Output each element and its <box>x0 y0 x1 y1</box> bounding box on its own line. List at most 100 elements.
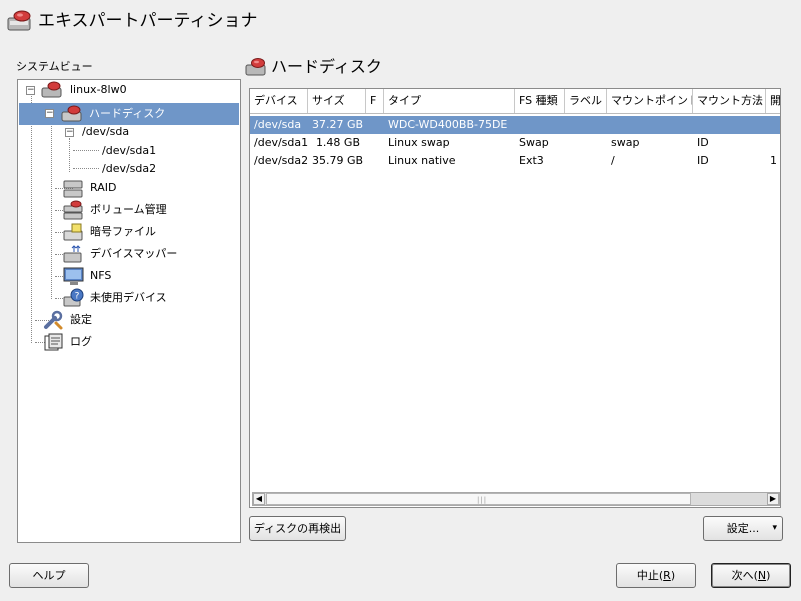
tree-node-log[interactable]: ログ <box>42 332 162 352</box>
tree-node-label: デバイスマッパー <box>90 247 178 260</box>
tree-line <box>31 96 32 343</box>
cell-mount-by: ID <box>697 136 709 149</box>
tree-node-unused-devices[interactable]: ? 未使用デバイス <box>62 288 212 308</box>
unknown-device-icon: ? <box>63 288 84 307</box>
crypt-file-icon <box>63 223 83 241</box>
settings-dropdown-button[interactable]: 設定... ▾ <box>703 516 783 541</box>
tree-node-label: linux-8lw0 <box>70 83 127 96</box>
tree-node-sda1[interactable]: /dev/sda1 <box>102 141 182 161</box>
log-icon <box>44 333 63 351</box>
tree-node-sda2[interactable]: /dev/sda2 <box>102 159 182 179</box>
wrench-icon <box>44 310 63 330</box>
tree-node-device-mapper[interactable]: デバイスマッパー <box>62 244 212 264</box>
cell-mount-point: swap <box>611 136 640 149</box>
cell-size: 1.48 GB <box>315 136 360 149</box>
table-row[interactable]: /dev/sda2 35.79 GB Linux native Ext3 / I… <box>250 152 780 170</box>
tree-line <box>69 138 70 172</box>
column-header-start[interactable]: 開 <box>766 89 780 113</box>
tree-node-label: 暗号ファイル <box>90 225 156 238</box>
device-mapper-icon <box>63 245 82 263</box>
cell-fs-type: Ext3 <box>519 154 544 167</box>
column-header-size[interactable]: サイズ <box>308 89 366 113</box>
cell-format <box>366 134 384 152</box>
cell-format <box>366 116 384 134</box>
header-divider <box>250 113 780 114</box>
next-button[interactable]: 次へ(N) <box>711 563 791 588</box>
cell-mount-by <box>693 116 766 134</box>
cell-device: /dev/sda1 <box>254 136 308 149</box>
next-label: 次へ( <box>731 569 758 582</box>
column-header-mount-point[interactable]: マウントポイント <box>607 89 693 113</box>
cell-size: 37.27 GB <box>312 118 364 131</box>
column-header-mount-by[interactable]: マウント方法 <box>693 89 766 113</box>
network-icon <box>63 267 84 285</box>
tree-node-label: NFS <box>90 269 112 282</box>
cell-type: Linux native <box>388 154 456 167</box>
cell-device: /dev/sda <box>254 118 302 131</box>
harddisk-icon <box>61 105 82 122</box>
table-row[interactable]: /dev/sda1 1.48 GB Linux swap Swap swap I… <box>250 134 780 152</box>
system-view-label: システムビュー <box>16 60 93 73</box>
cell-mount-point: / <box>611 154 615 167</box>
raid-icon <box>63 180 83 198</box>
tree-node-settings[interactable]: 設定 <box>42 310 162 330</box>
volume-icon <box>63 200 83 220</box>
cell-mount-point <box>607 116 693 134</box>
abort-mnemonic: R <box>663 569 671 582</box>
scrollbar-grip: ||| <box>477 496 488 504</box>
partition-table[interactable]: デバイス サイズ F タイプ FS 種類 ラベル マウントポイント マウント方法… <box>249 88 781 508</box>
tree-node-nfs[interactable]: NFS <box>62 266 182 286</box>
harddisk-icon <box>41 81 62 98</box>
app-title: エキスパートパーティショナ <box>38 11 258 31</box>
tree-node-host[interactable]: linux-8lw0 <box>40 80 160 100</box>
column-header-label[interactable]: ラベル <box>565 89 607 113</box>
abort-button[interactable]: 中止(R) <box>616 563 696 588</box>
column-header-device[interactable]: デバイス <box>250 89 308 113</box>
cell-fs-type: Swap <box>519 136 549 149</box>
cell-start <box>766 134 780 152</box>
rescan-disks-button[interactable]: ディスクの再検出 <box>249 516 346 541</box>
cell-type: Linux swap <box>388 136 450 149</box>
tree-node-label: /dev/sda <box>82 125 130 138</box>
collapse-toggle[interactable]: − <box>26 86 35 95</box>
collapse-toggle[interactable]: − <box>45 109 54 118</box>
table-row[interactable]: /dev/sda 37.27 GB WDC-WD400BB-75DE <box>250 116 780 134</box>
scrollbar-thumb[interactable]: ||| <box>266 493 691 505</box>
tree-node-label: ログ <box>70 335 92 348</box>
cell-type: WDC-WD400BB-75DE <box>388 118 508 131</box>
next-label-end: ) <box>766 569 771 582</box>
system-view-tree[interactable]: − linux-8lw0 − ハードディスク − /dev/sda /dev/s… <box>17 79 241 543</box>
cell-device: /dev/sda2 <box>254 154 308 167</box>
column-header-format[interactable]: F <box>366 89 384 113</box>
tree-node-label: ボリューム管理 <box>90 203 167 216</box>
cell-format <box>366 152 384 170</box>
cell-mount-by: ID <box>697 154 709 167</box>
tree-node-volume-management[interactable]: ボリューム管理 <box>62 200 202 220</box>
next-mnemonic: N <box>757 569 767 582</box>
tree-node-label: 設定 <box>70 313 92 326</box>
cell-fs-type <box>515 116 565 134</box>
column-header-type[interactable]: タイプ <box>384 89 515 113</box>
scroll-left-arrow-icon[interactable]: ◀ <box>253 493 265 505</box>
section-title: ハードディスク <box>271 57 382 76</box>
tree-node-label: /dev/sda2 <box>102 162 157 175</box>
tree-node-raid[interactable]: RAID <box>62 178 182 198</box>
abort-label: 中止( <box>636 569 664 582</box>
tree-node-label: RAID <box>90 181 117 194</box>
cell-label <box>565 116 607 134</box>
horizontal-scrollbar[interactable]: ◀ ||| ▶ <box>252 492 780 506</box>
tree-node-sda[interactable]: /dev/sda <box>80 122 180 142</box>
svg-text:?: ? <box>75 292 80 302</box>
chevron-down-icon: ▾ <box>772 523 777 533</box>
scroll-right-arrow-icon[interactable]: ▶ <box>767 493 779 505</box>
help-button[interactable]: ヘルプ <box>9 563 89 588</box>
column-header-fs-type[interactable]: FS 種類 <box>515 89 565 113</box>
tree-line <box>73 150 99 151</box>
tree-node-crypt-file[interactable]: 暗号ファイル <box>62 222 202 242</box>
cell-start <box>766 116 780 134</box>
cell-size: 35.79 GB <box>312 154 364 167</box>
collapse-toggle[interactable]: − <box>65 128 74 137</box>
abort-label-end: ) <box>670 569 676 582</box>
harddisk-icon <box>7 10 31 31</box>
harddisk-icon <box>245 58 266 76</box>
